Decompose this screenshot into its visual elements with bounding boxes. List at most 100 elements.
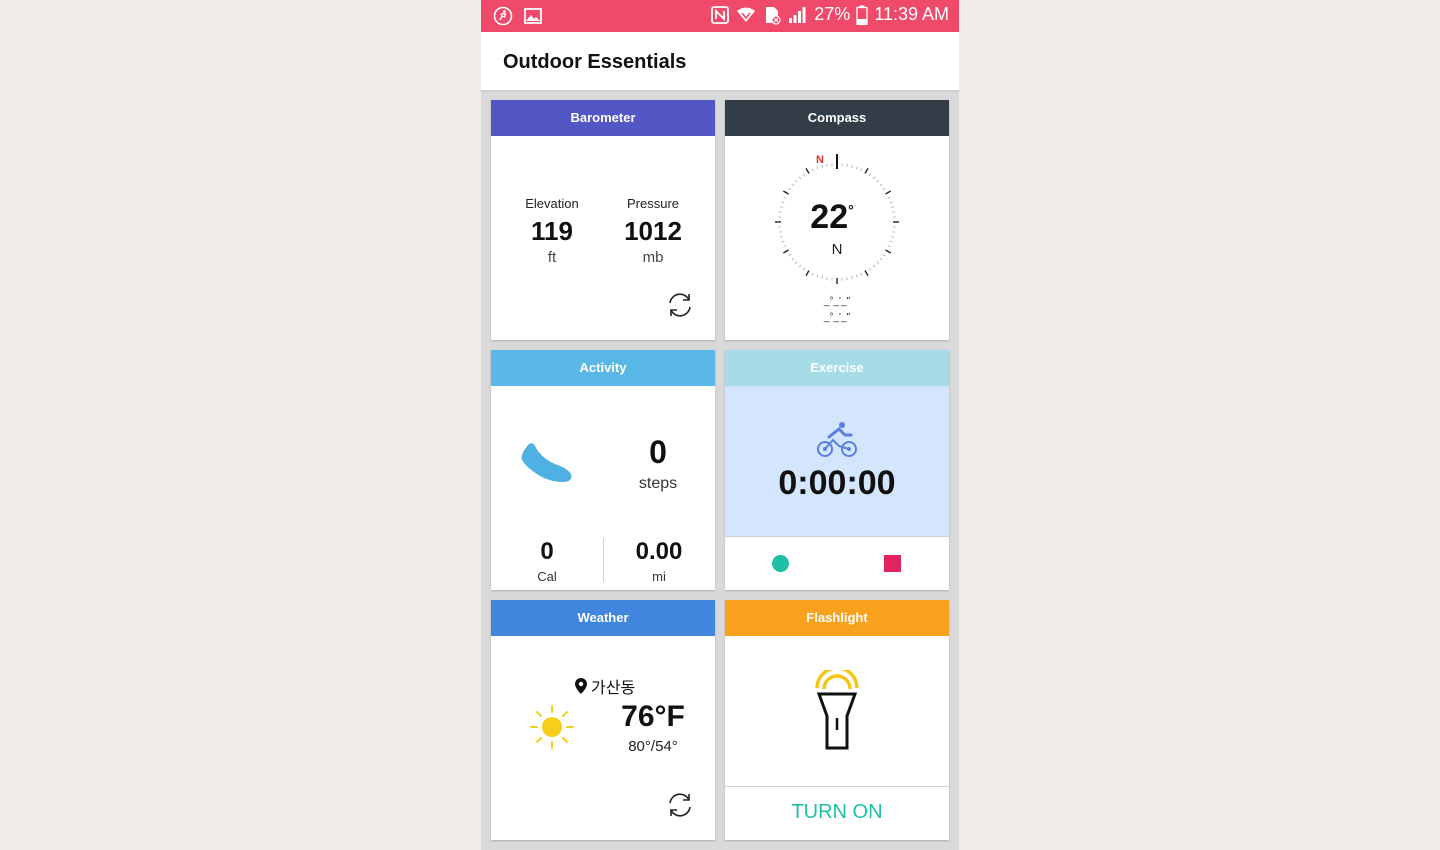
signal-icon	[789, 6, 806, 23]
temperature-range: 80°/54°	[628, 738, 678, 755]
compass-tick	[876, 179, 880, 183]
compass-tick	[791, 183, 795, 187]
page-title: Outdoor Essentials	[503, 51, 687, 73]
compass-tick	[788, 187, 792, 191]
compass-tick	[811, 168, 814, 172]
compass-tick	[826, 277, 828, 281]
cal-label: Cal	[537, 569, 557, 584]
compass-tick	[805, 167, 810, 174]
location-name: 가산동	[591, 680, 636, 697]
compass-card[interactable]: Compass N 22° N _°_'_" _°_'_"	[725, 100, 949, 340]
compass-direction: N	[831, 241, 843, 258]
compass-tick	[892, 211, 896, 213]
activity-header: Activity	[491, 350, 715, 386]
compass-tick	[816, 274, 819, 278]
compass-tick	[851, 275, 853, 280]
compass-tick	[855, 166, 858, 170]
compass-tick	[882, 187, 886, 191]
compass-tick	[811, 272, 814, 276]
compass-tick	[794, 261, 798, 265]
shoe-icon	[521, 443, 572, 482]
exercise-panel: 0:00:00	[725, 386, 949, 536]
compass-tick	[816, 166, 819, 170]
weather-header: Weather	[491, 600, 715, 636]
barometer-card[interactable]: Barometer Elevation 119 ft Pressure 1012…	[491, 100, 715, 340]
stop-button[interactable]	[884, 555, 901, 572]
latitude-text: _°_'_"	[823, 296, 851, 307]
flashlight-icon	[815, 670, 859, 750]
exercise-divider	[725, 536, 949, 537]
pressure-label: Pressure	[626, 196, 680, 211]
compass-tick	[860, 272, 863, 276]
compass-tick	[783, 196, 787, 199]
exercise-card[interactable]: Exercise 0:00:00	[725, 350, 949, 590]
weather-card[interactable]: Weather 가산동 76°F 80°/54°	[491, 600, 715, 840]
compass-tick	[868, 267, 872, 271]
phone-screen: 27% 11:39 AM Outdoor Essentials Baromete…	[481, 0, 959, 850]
compass-tick	[864, 167, 869, 174]
compass-tick	[802, 173, 806, 177]
steps-label: steps	[638, 475, 678, 492]
north-marker: N	[816, 154, 824, 166]
compass-tick	[851, 164, 853, 169]
compass-tick	[846, 163, 848, 167]
compass-tick	[791, 257, 795, 261]
compass-tick	[778, 211, 782, 213]
compass-tick	[892, 231, 896, 233]
bicycle-icon	[817, 422, 857, 457]
steps-value: 0	[649, 434, 667, 470]
compass-tick	[887, 196, 891, 199]
longitude-text: _°_'_"	[823, 312, 851, 323]
refresh-icon[interactable]	[665, 290, 695, 320]
compass-tick	[855, 274, 858, 278]
compass-tick	[798, 264, 802, 268]
compass-tick	[890, 206, 895, 208]
compass-tick	[805, 270, 810, 277]
temperature: 76°F	[621, 700, 685, 733]
compass-tick	[889, 240, 893, 243]
compass-header: Compass	[725, 100, 949, 136]
compass-tick	[778, 231, 782, 233]
run-icon	[493, 6, 513, 26]
compass-tick	[890, 236, 895, 238]
compass-tick	[889, 201, 893, 204]
compass-tick	[872, 264, 876, 268]
compass-tick	[779, 206, 784, 208]
flashlight-header: Flashlight	[725, 600, 949, 636]
flashlight-card[interactable]: Flashlight TURN ON	[725, 600, 949, 840]
compass-tick	[821, 275, 823, 280]
compass-tick	[879, 183, 883, 187]
turn-on-button[interactable]: TURN ON	[725, 801, 949, 824]
elevation-unit: ft	[547, 249, 557, 266]
compass-tick	[879, 257, 883, 261]
compass-tick	[794, 179, 798, 183]
flashlight-divider	[725, 786, 949, 787]
compass-tick	[781, 240, 785, 243]
battery-icon	[856, 5, 868, 25]
refresh-icon[interactable]	[665, 790, 695, 820]
cal-value: 0	[540, 538, 554, 565]
degree-symbol: °	[848, 202, 854, 218]
compass-tick	[798, 176, 802, 180]
image-icon	[524, 8, 542, 24]
location-row: 가산동	[575, 674, 635, 698]
distance-label: mi	[652, 569, 666, 584]
compass-tick	[802, 267, 806, 271]
elevation-label: Elevation	[525, 196, 579, 211]
sun-icon	[530, 705, 574, 749]
pressure-unit: mb	[642, 249, 664, 266]
app-bar: Outdoor Essentials	[481, 32, 959, 92]
compass-tick	[872, 176, 876, 180]
stats-divider	[603, 538, 604, 582]
compass-tick	[783, 245, 787, 248]
exercise-header: Exercise	[725, 350, 949, 386]
start-button[interactable]	[772, 555, 789, 572]
activity-card[interactable]: Activity 0 steps 0 Cal 0.00 mi	[491, 350, 715, 590]
compass-tick	[860, 168, 863, 172]
compass-tick	[779, 236, 784, 238]
compass-tick	[864, 270, 869, 277]
compass-tick	[876, 261, 880, 265]
compass-degree-value: 22	[810, 198, 849, 236]
nfc-icon	[711, 5, 730, 24]
elevation-value: 119	[531, 216, 573, 246]
